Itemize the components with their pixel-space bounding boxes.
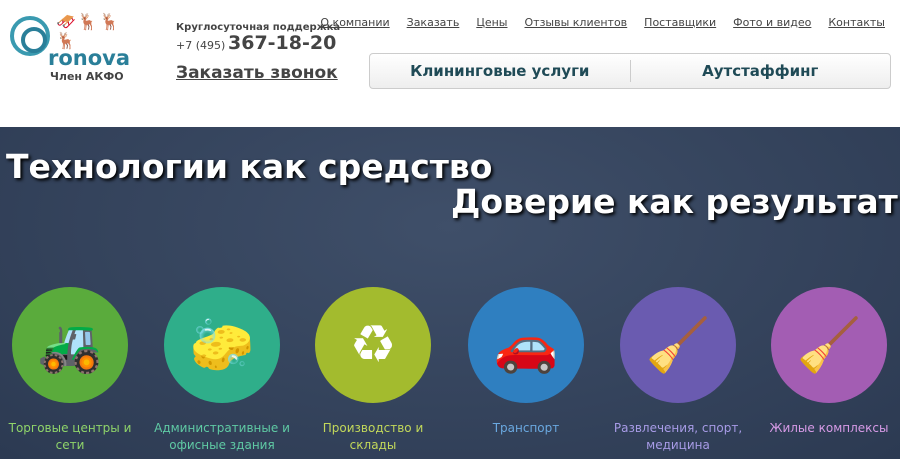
vacuum-cleaner-icon[interactable]: 🧹: [771, 287, 887, 403]
nav-suppliers[interactable]: Поставщики: [644, 16, 716, 29]
nav-media[interactable]: Фото и видео: [733, 16, 811, 29]
segment-item[interactable]: 🚗 Транспорт: [451, 287, 601, 437]
nav-contacts[interactable]: Контакты: [828, 16, 885, 29]
nav-prices[interactable]: Цены: [476, 16, 507, 29]
nav-about[interactable]: О компании: [320, 16, 389, 29]
segment-label[interactable]: Развлечения, спорт, медицина: [603, 420, 753, 454]
segment-label[interactable]: Производство и склады: [298, 420, 448, 454]
outstaffing-button[interactable]: Аутстаффинг: [631, 62, 891, 80]
window-cleaner-icon[interactable]: 🧽: [164, 287, 280, 403]
hero-line-2: Доверие как результат: [451, 182, 898, 221]
segment-label[interactable]: Административные и офисные здания: [147, 420, 297, 454]
segment-item[interactable]: 🚜 Торговые центры и сети: [0, 287, 145, 454]
segment-label[interactable]: Торговые центры и сети: [0, 420, 145, 454]
phone-number: 367-18-20: [228, 32, 337, 54]
floor-scrubber-icon[interactable]: 🚜: [12, 287, 128, 403]
top-nav: О компании Заказать Цены Отзывы клиентов…: [320, 16, 885, 29]
callback-link[interactable]: Заказать звонок: [176, 63, 338, 83]
header: 🛷🦌🦌🦌 ronova Член АКФО Круглосуточная под…: [0, 0, 900, 127]
nav-reviews[interactable]: Отзывы клиентов: [525, 16, 628, 29]
segment-item[interactable]: 🧽 Административные и офисные здания: [147, 287, 297, 454]
hero-line-1: Технологии как средство: [6, 147, 493, 186]
reindeer-sleigh-icon: 🛷🦌🦌🦌: [56, 12, 122, 50]
segment-item[interactable]: ♻ Производство и склады: [298, 287, 448, 454]
logo[interactable]: 🛷🦌🦌🦌 ronova Член АКФО: [6, 12, 136, 92]
segment-label[interactable]: Жилые комплексы: [754, 420, 900, 437]
service-buttons: Клининговые услуги Аутстаффинг: [369, 53, 891, 89]
logo-word: ronova: [48, 46, 131, 70]
nav-order[interactable]: Заказать: [407, 16, 460, 29]
hero-banner: Технологии как средство Доверие как резу…: [0, 127, 900, 459]
segment-label[interactable]: Транспорт: [451, 420, 601, 437]
cleaning-cart-icon[interactable]: 🧹: [620, 287, 736, 403]
logo-subtitle: Член АКФО: [50, 70, 124, 83]
segment-item[interactable]: 🧹 Жилые комплексы: [754, 287, 900, 437]
car-wash-icon[interactable]: 🚗: [468, 287, 584, 403]
logo-ring-icon: [10, 16, 50, 56]
segment-item[interactable]: 🧹 Развлечения, спорт, медицина: [603, 287, 753, 454]
recycling-cart-icon[interactable]: ♻: [315, 287, 431, 403]
cleaning-services-button[interactable]: Клининговые услуги: [370, 62, 630, 80]
phone-prefix: +7 (495): [176, 39, 226, 52]
